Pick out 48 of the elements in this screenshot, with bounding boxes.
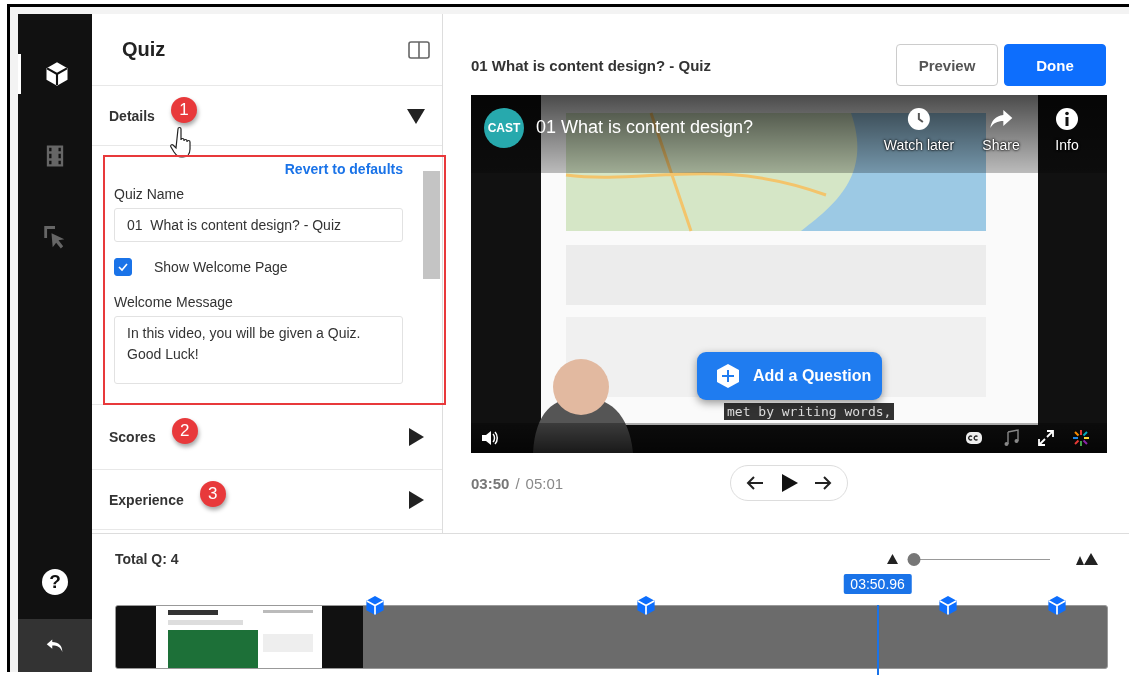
question-marker-icon: [363, 594, 387, 617]
video-caption: met by writing words,: [724, 403, 895, 420]
checkbox[interactable]: [114, 258, 132, 276]
question-marker-icon: [634, 594, 658, 617]
field-label: Quiz Name: [114, 186, 186, 202]
volume-icon[interactable]: [481, 429, 499, 447]
revert-link[interactable]: Revert to defaults: [284, 161, 403, 177]
music-note-icon[interactable]: [1002, 429, 1020, 447]
step-badge: 1: [170, 96, 197, 123]
question-marker-icon: [936, 594, 960, 617]
playhead-time: 03:50.96: [843, 574, 912, 594]
done-button[interactable]: Done: [1004, 44, 1106, 86]
playhead[interactable]: [876, 605, 879, 675]
share-icon: [989, 107, 1013, 131]
clock-icon: [907, 107, 931, 131]
player-action[interactable]: Info: [1055, 107, 1079, 153]
step-badge: 3: [199, 480, 226, 507]
info-icon: [1055, 107, 1079, 131]
player-action[interactable]: Watch later: [883, 107, 955, 153]
question-marker-icon: [1045, 594, 1069, 617]
step-badge: 2: [171, 418, 198, 444]
timeline-track[interactable]: [115, 605, 1108, 669]
checkbox-label: Show Welcome Page: [154, 259, 288, 275]
panel-title: Quiz: [122, 38, 166, 61]
quiz-name-field[interactable]: 01 What is content design? - Quiz: [114, 208, 403, 242]
sparkle-icon[interactable]: [1072, 429, 1090, 447]
add-icon: [715, 363, 741, 389]
zoom-in-icon[interactable]: [1076, 553, 1100, 565]
expand-triangle-icon: [407, 428, 425, 446]
zoom-out-icon[interactable]: [887, 554, 898, 564]
scrollbar-thumb[interactable]: [423, 171, 440, 279]
help-button[interactable]: ?: [42, 569, 68, 595]
add-question-button[interactable]: Add a Question: [697, 352, 882, 400]
question-count: Total Q: 4: [115, 551, 180, 567]
video-title: 01 What is content design? - Quiz: [471, 56, 712, 74]
panel-layout-icon[interactable]: [408, 40, 430, 59]
total-time: 05:01: [525, 474, 564, 492]
expand-triangle-icon: [407, 490, 425, 509]
checkmark-icon: [117, 261, 129, 273]
preview-button[interactable]: Preview: [896, 44, 998, 86]
time-separator: /: [515, 474, 520, 492]
captions-icon[interactable]: [965, 429, 983, 447]
field-label: Welcome Message: [114, 294, 234, 310]
collapse-triangle-icon: [407, 106, 425, 125]
welcome-message-field[interactable]: In this video, you will be given a Quiz. Good Luck!: [114, 316, 403, 384]
fullscreen-icon[interactable]: [1037, 429, 1055, 447]
current-time: 03:50: [471, 474, 510, 492]
slider-thumb[interactable]: [907, 552, 921, 566]
